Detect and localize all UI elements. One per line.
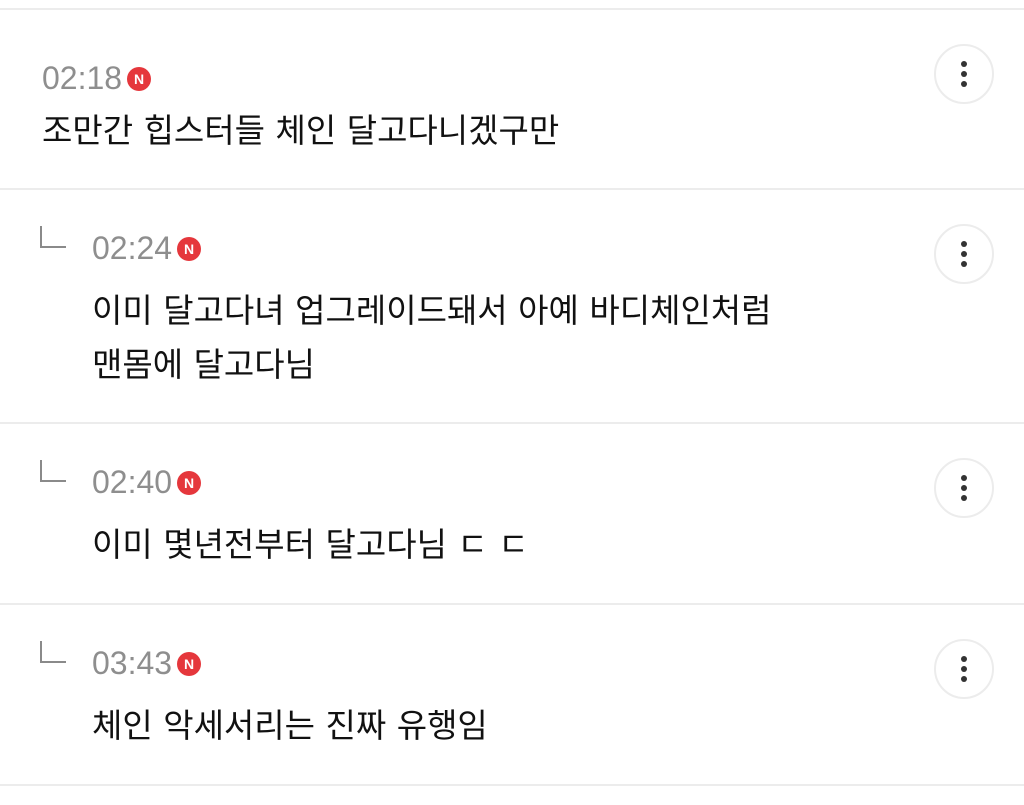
more-vertical-icon-dot [961, 485, 967, 491]
reply-item: 03:43 N 체인 악세서리는 진짜 유행임 [0, 605, 1024, 786]
comment-time: 02:24 [92, 230, 173, 266]
more-options-button[interactable] [934, 224, 994, 284]
more-vertical-icon [961, 61, 967, 67]
comment-time: 02:18 [42, 60, 123, 96]
comment-time: 02:40 [92, 464, 173, 500]
comment-item: 02:18 N 조만간 힙스터들 체인 달고다니겠구만 [0, 10, 1024, 190]
reply-arrow-icon [40, 226, 66, 248]
comment-meta: 03:43 N [92, 643, 202, 683]
more-vertical-icon-dot [961, 261, 967, 267]
comment-text: 체인 악세서리는 진짜 유행임 [92, 706, 488, 745]
more-vertical-icon-dot [961, 676, 967, 682]
new-badge-icon: N [177, 651, 202, 676]
reply-item: 02:40 N 이미 몇년전부터 달고다님 ㄷ ㄷ [0, 424, 1024, 605]
comment-meta: 02:40 N [92, 462, 202, 502]
more-vertical-icon-dot [961, 251, 967, 257]
comment-time: 03:43 [92, 645, 173, 681]
more-options-button[interactable] [934, 639, 994, 699]
reply-arrow-icon [40, 641, 66, 663]
reply-arrow-icon [40, 460, 66, 482]
more-vertical-icon-dot [961, 71, 967, 77]
reply-item: 02:24 N 이미 달고다녀 업그레이드돼서 아예 바디체인처럼 맨몸에 달고… [0, 190, 1024, 424]
more-options-button[interactable] [934, 44, 994, 104]
new-badge-icon: N [177, 236, 202, 261]
comment-text: 이미 달고다녀 업그레이드돼서 아예 바디체인처럼 맨몸에 달고다님 [92, 291, 772, 384]
more-options-button[interactable] [934, 458, 994, 518]
comment-text: 조만간 힙스터들 체인 달고다니겠구만 [42, 111, 560, 150]
new-badge-icon: N [177, 470, 202, 495]
more-vertical-icon [961, 475, 967, 481]
more-vertical-icon [961, 656, 967, 662]
more-vertical-icon-dot [961, 81, 967, 87]
comment-text: 이미 몇년전부터 달고다님 ㄷ ㄷ [92, 525, 529, 564]
comment-meta: 02:18 N [42, 58, 152, 98]
more-vertical-icon-dot [961, 666, 967, 672]
comment-list: 02:18 N 조만간 힙스터들 체인 달고다니겠구만 02:24 N 이미 달… [0, 0, 1024, 805]
more-vertical-icon [961, 241, 967, 247]
more-vertical-icon-dot [961, 495, 967, 501]
new-badge-icon: N [127, 66, 152, 91]
comment-meta: 02:24 N [92, 228, 202, 268]
